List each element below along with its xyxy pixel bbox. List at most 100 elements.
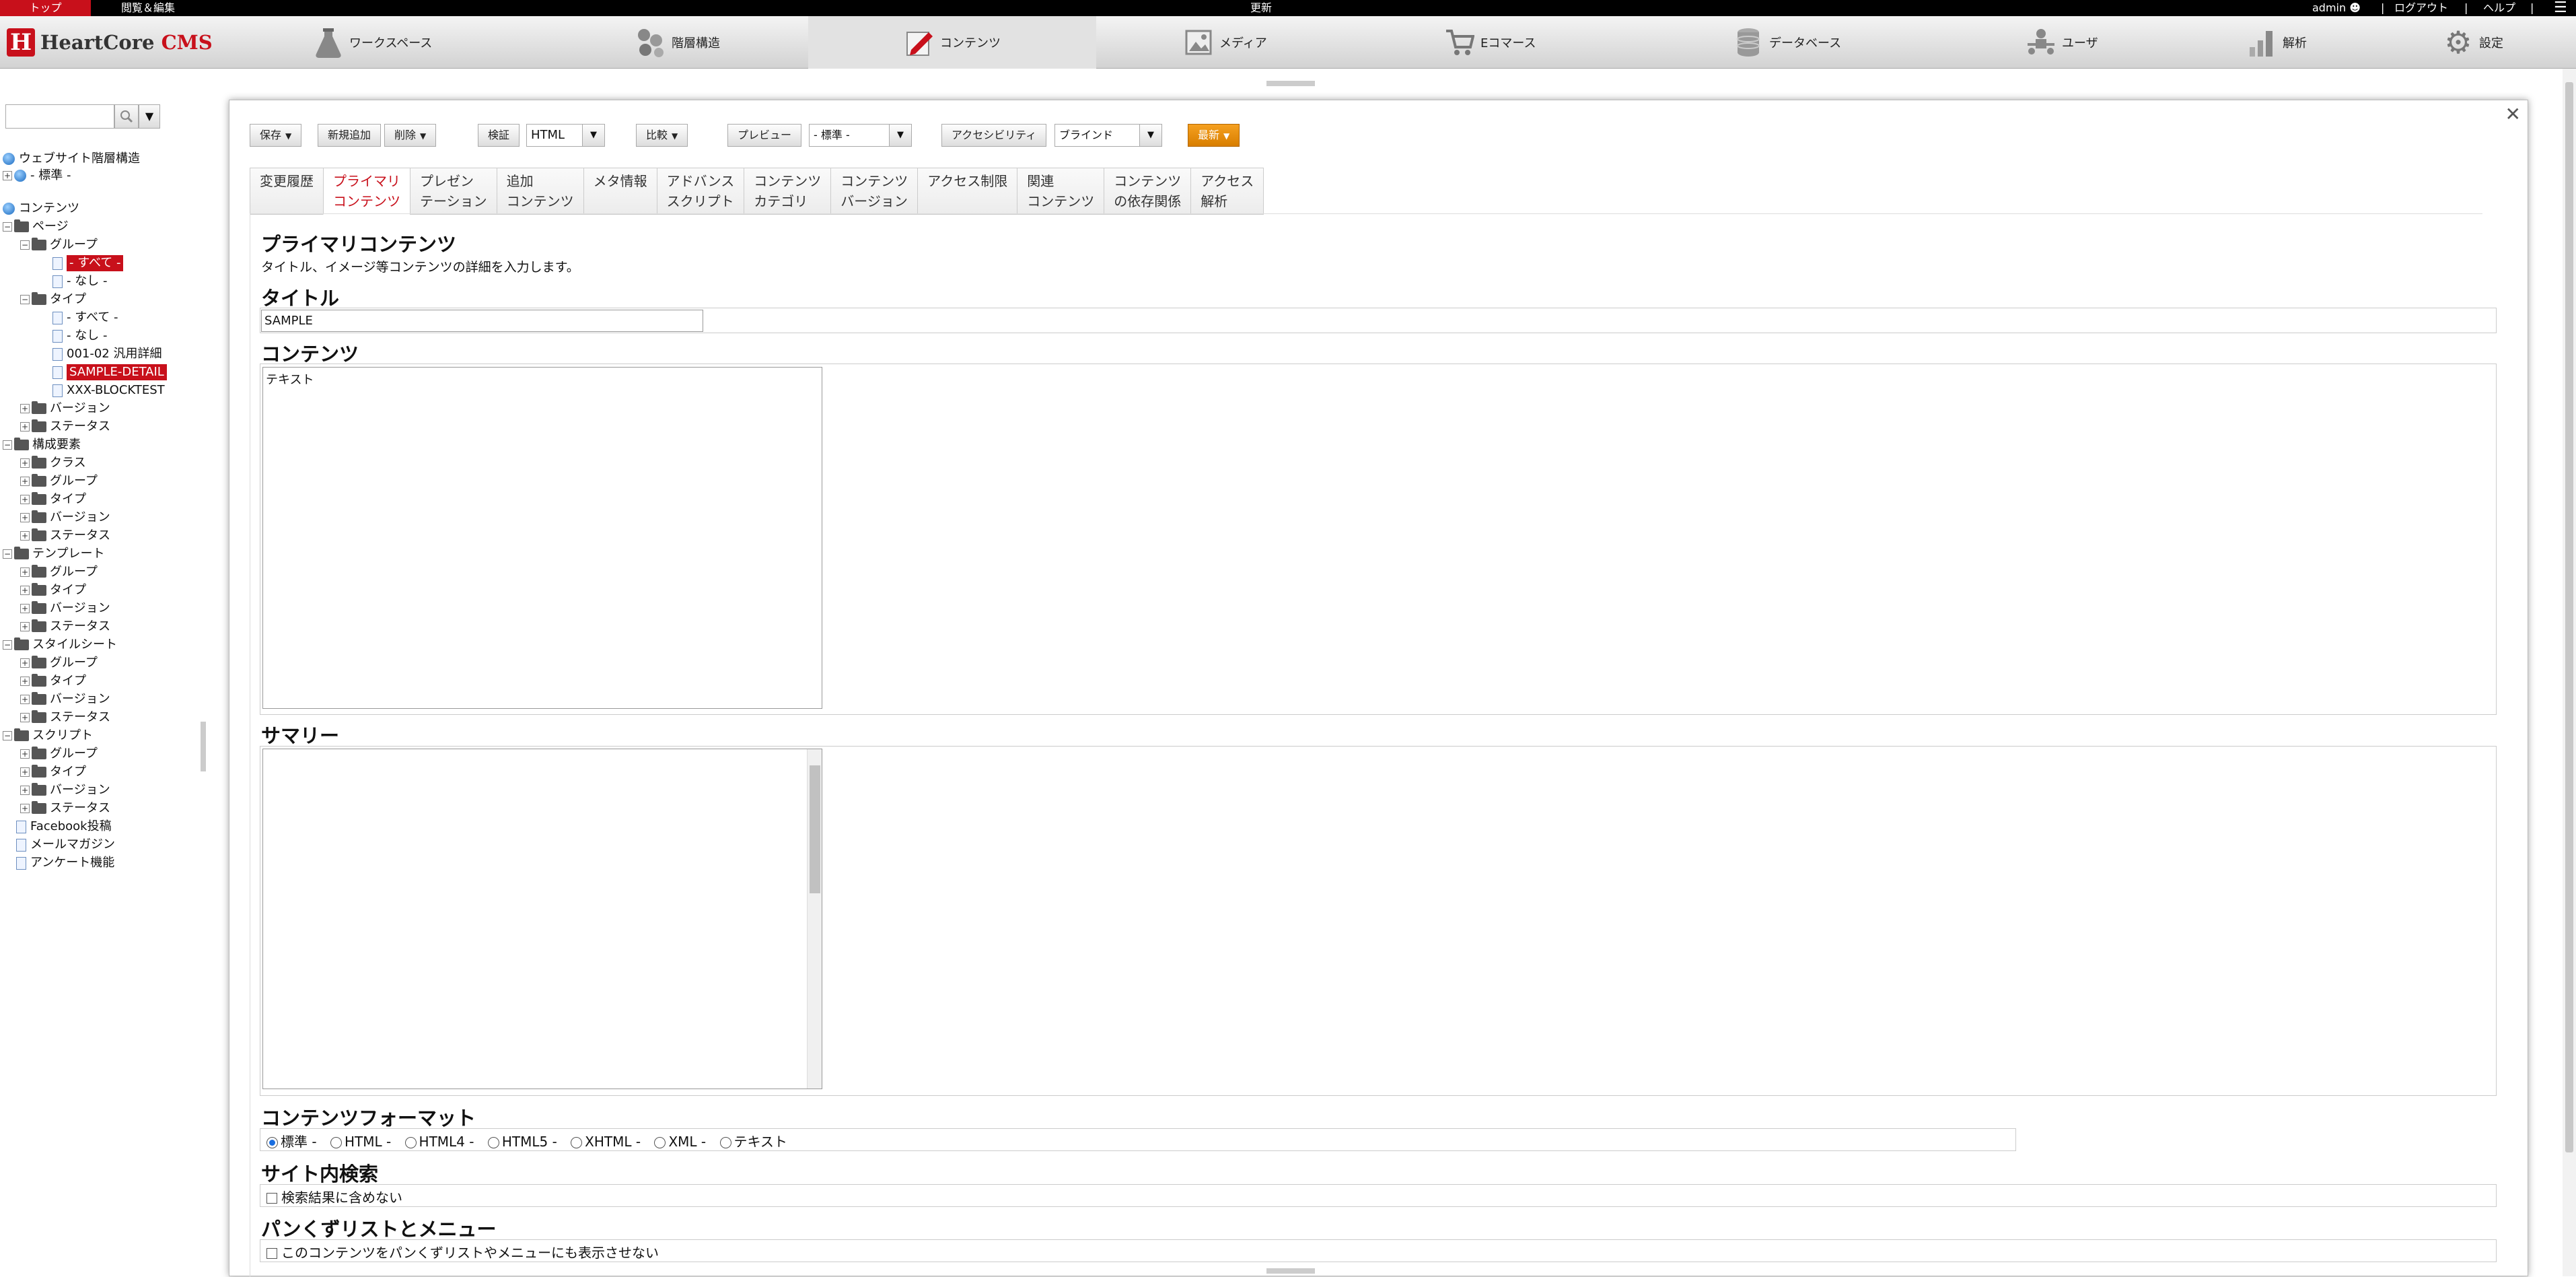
- search-options-dropdown[interactable]: ▼: [139, 104, 160, 129]
- tree-item-group[interactable]: + グループ: [20, 655, 98, 671]
- latest-button[interactable]: 最新 ▼: [1188, 124, 1240, 147]
- tree-item-contents[interactable]: コンテンツ: [3, 201, 79, 217]
- view-edit-link[interactable]: 閲覧＆編集: [121, 0, 175, 16]
- panel-resize-grip[interactable]: [1266, 81, 1315, 86]
- tree-item-group-all[interactable]: - すべて -: [52, 255, 124, 271]
- delete-button[interactable]: 削除 ▼: [384, 124, 437, 147]
- tree-item-group[interactable]: − グループ: [20, 237, 98, 253]
- nav-media[interactable]: メディア: [1183, 16, 1318, 69]
- tree-item-type[interactable]: + タイプ: [20, 764, 86, 780]
- format-option-text[interactable]: テキスト: [719, 1134, 787, 1150]
- nav-workspace[interactable]: ワークスペース: [313, 16, 448, 69]
- tree-item-type[interactable]: + タイプ: [20, 582, 86, 598]
- tree-item-version[interactable]: + バージョン: [20, 782, 110, 798]
- tree-item-templates[interactable]: − テンプレート: [3, 546, 104, 562]
- tab-presentation[interactable]: プレゼン テーション: [410, 168, 497, 215]
- validate-format-select[interactable]: HTML: [526, 124, 583, 147]
- expand-icon[interactable]: +: [3, 171, 12, 180]
- compare-button[interactable]: 比較 ▼: [636, 124, 688, 147]
- tree-item-group[interactable]: + グループ: [20, 564, 98, 580]
- nav-hierarchy[interactable]: 階層構造: [635, 16, 770, 69]
- search-button[interactable]: [114, 104, 139, 129]
- expand-icon[interactable]: +: [20, 767, 30, 777]
- expand-icon[interactable]: +: [20, 404, 30, 413]
- tab-content-category[interactable]: コンテンツ カテゴリ: [744, 168, 831, 215]
- panel-resize-grip[interactable]: [1266, 1268, 1315, 1274]
- nav-users[interactable]: ユーザ: [2026, 16, 2160, 69]
- tree-item-type-none[interactable]: - なし -: [52, 328, 107, 344]
- exclude-search-option[interactable]: 検索結果に含めない: [266, 1187, 402, 1206]
- tab-additional-content[interactable]: 追加 コンテンツ: [496, 168, 583, 215]
- radio[interactable]: [330, 1137, 342, 1148]
- summary-scrollbar[interactable]: [807, 749, 822, 1089]
- expand-icon[interactable]: +: [20, 804, 30, 813]
- tree-item-status[interactable]: + ステータス: [20, 619, 110, 635]
- expand-icon[interactable]: +: [20, 477, 30, 486]
- expand-icon[interactable]: +: [20, 567, 30, 577]
- radio[interactable]: [571, 1137, 583, 1148]
- collapse-icon[interactable]: −: [3, 549, 12, 559]
- tree-item-std[interactable]: + - 標準 -: [3, 168, 71, 184]
- format-option-html[interactable]: HTML -: [330, 1134, 391, 1150]
- expand-icon[interactable]: +: [20, 495, 30, 504]
- admin-user-link[interactable]: admin ☻: [2312, 0, 2361, 16]
- accessibility-button[interactable]: アクセシビリティ: [941, 124, 1047, 147]
- accessibility-select[interactable]: ブラインド: [1054, 124, 1141, 147]
- tree-item-type-blocktest[interactable]: XXX-BLOCKTEST: [52, 382, 165, 399]
- tree-item-version[interactable]: + バージョン: [20, 401, 110, 417]
- tree-item-type-generic[interactable]: 001-02 汎用詳細: [52, 346, 162, 362]
- expand-icon[interactable]: +: [20, 531, 30, 541]
- title-input[interactable]: SAMPLE: [261, 310, 703, 332]
- tree-item-version[interactable]: + バージョン: [20, 691, 110, 707]
- nav-analytics[interactable]: 解析: [2246, 16, 2381, 69]
- format-option-xhtml[interactable]: XHTML -: [571, 1134, 641, 1150]
- collapse-icon[interactable]: −: [20, 295, 30, 304]
- collapse-icon[interactable]: −: [3, 640, 12, 650]
- expand-icon[interactable]: +: [20, 604, 30, 613]
- tab-meta[interactable]: メタ情報: [583, 168, 657, 215]
- logo[interactable]: H HeartCore CMS: [7, 28, 213, 57]
- logout-link[interactable]: ログアウト: [2394, 0, 2448, 16]
- radio[interactable]: [487, 1137, 499, 1148]
- tree-item-class[interactable]: + クラス: [20, 455, 86, 471]
- preview-dropdown[interactable]: ▼: [889, 124, 912, 147]
- tree-item-type[interactable]: − タイプ: [20, 291, 86, 308]
- expand-icon[interactable]: +: [20, 786, 30, 795]
- expand-icon[interactable]: +: [20, 513, 30, 522]
- scrollbar-thumb[interactable]: [810, 765, 820, 893]
- radio-selected[interactable]: [266, 1137, 278, 1148]
- tree-item-scripts[interactable]: − スクリプト: [3, 728, 93, 744]
- validate-dropdown[interactable]: ▼: [582, 124, 605, 147]
- tree-item-facebook[interactable]: Facebook投稿: [16, 819, 112, 835]
- accessibility-dropdown[interactable]: ▼: [1139, 124, 1162, 147]
- expand-icon[interactable]: +: [20, 422, 30, 432]
- collapse-icon[interactable]: −: [20, 240, 30, 250]
- checkbox[interactable]: [266, 1248, 277, 1259]
- tree-item-stylesheets[interactable]: − スタイルシート: [3, 637, 117, 653]
- preview-select[interactable]: - 標準 -: [809, 124, 890, 147]
- tab-access-analytics[interactable]: アクセス 解析: [1190, 168, 1264, 215]
- collapse-icon[interactable]: −: [3, 731, 12, 740]
- tab-access-restriction[interactable]: アクセス制限: [917, 168, 1017, 215]
- format-option-html5[interactable]: HTML5 -: [487, 1134, 557, 1150]
- tab-history[interactable]: 変更履歴: [250, 168, 323, 215]
- content-textarea[interactable]: テキスト: [262, 367, 822, 709]
- expand-icon[interactable]: +: [20, 622, 30, 631]
- checkbox[interactable]: [266, 1193, 277, 1204]
- scrollbar-thumb[interactable]: [2565, 82, 2573, 1152]
- top-link[interactable]: トップ: [0, 0, 91, 16]
- expand-icon[interactable]: +: [20, 677, 30, 686]
- tree-item-status[interactable]: + ステータス: [20, 419, 110, 435]
- page-scrollbar[interactable]: [2563, 69, 2576, 1276]
- tree-item-survey[interactable]: アンケート機能: [16, 855, 114, 871]
- tree-item-group-none[interactable]: - なし -: [52, 273, 107, 289]
- radio[interactable]: [654, 1137, 666, 1148]
- validate-button[interactable]: 検証: [478, 124, 520, 147]
- hamburger-menu-icon[interactable]: ☰: [2554, 0, 2567, 16]
- tree-item-status[interactable]: + ステータス: [20, 800, 110, 817]
- tree-item-status[interactable]: + ステータス: [20, 710, 110, 726]
- close-icon[interactable]: ✕: [2505, 103, 2521, 125]
- sidebar-search-input[interactable]: [5, 104, 114, 129]
- tree-item-status[interactable]: + ステータス: [20, 528, 110, 544]
- expand-icon[interactable]: +: [20, 658, 30, 668]
